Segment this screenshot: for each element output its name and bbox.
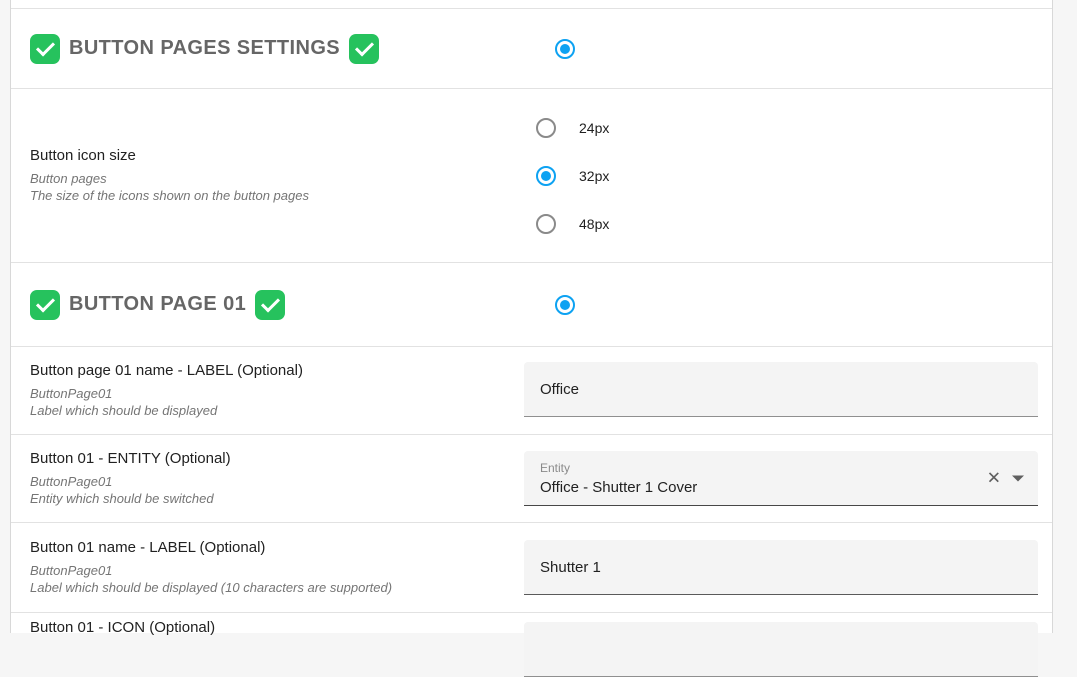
setting-desc-line2: The size of the icons shown on the butto… [30, 187, 524, 204]
entity-select-label: Entity [540, 461, 968, 475]
radio-option-label: 48px [579, 216, 609, 232]
setting-control [524, 613, 1052, 633]
radio-option-48px[interactable]: 48px [536, 200, 1038, 248]
section-enabled-radio[interactable] [555, 39, 575, 59]
section-title: BUTTON PAGES SETTINGS [69, 37, 340, 60]
radio-option-24px[interactable]: 24px [536, 104, 1038, 152]
setting-control [524, 347, 1052, 434]
setting-description: Button 01 - ICON (Optional) [11, 613, 524, 633]
setting-label: Button 01 - ICON (Optional) [30, 619, 524, 636]
settings-card: BUTTON PAGES SETTINGS Button icon size B… [10, 0, 1053, 633]
setting-label: Button 01 name - LABEL (Optional) [30, 539, 524, 556]
radio-icon[interactable] [536, 214, 556, 234]
check-icon [30, 34, 60, 64]
setting-label: Button page 01 name - LABEL (Optional) [30, 362, 524, 379]
radio-icon-selected[interactable] [536, 166, 556, 186]
check-icon [30, 290, 60, 320]
setting-desc-line1: ButtonPage01 [30, 562, 524, 579]
setting-control [524, 523, 1052, 612]
setting-row-icon: Button 01 - ICON (Optional) [11, 613, 1052, 633]
icon-size-radio-group: 24px 32px 48px [524, 89, 1038, 262]
setting-row-button-name: Button 01 name - LABEL (Optional) Button… [11, 523, 1052, 613]
radio-option-32px[interactable]: 32px [536, 152, 1038, 200]
icon-input[interactable] [524, 622, 1038, 677]
setting-label: Button icon size [30, 147, 524, 164]
setting-description: Button page 01 name - LABEL (Optional) B… [11, 347, 524, 434]
setting-description: Button 01 - ENTITY (Optional) ButtonPage… [11, 435, 524, 522]
page-name-input[interactable] [524, 362, 1038, 417]
radio-option-label: 32px [579, 168, 609, 184]
chevron-down-icon[interactable] [1012, 475, 1024, 481]
setting-control: Entity Office - Shutter 1 Cover ✕ [524, 435, 1052, 522]
radio-icon[interactable] [536, 118, 556, 138]
setting-label: Button 01 - ENTITY (Optional) [30, 450, 524, 467]
setting-desc-line2: Label which should be displayed (10 char… [30, 579, 524, 596]
setting-control: 24px 32px 48px [524, 89, 1052, 262]
entity-select[interactable]: Entity Office - Shutter 1 Cover ✕ [524, 451, 1038, 506]
setting-desc-line2: Label which should be displayed [30, 402, 524, 419]
setting-desc-line1: ButtonPage01 [30, 385, 524, 402]
setting-row-button-icon-size: Button icon size Button pages The size o… [11, 89, 1052, 263]
button-name-input[interactable] [524, 540, 1038, 595]
section-header-content: BUTTON PAGE 01 [30, 290, 543, 320]
clear-icon[interactable]: ✕ [987, 470, 1001, 487]
setting-row-page-name: Button page 01 name - LABEL (Optional) B… [11, 347, 1052, 435]
section-title: BUTTON PAGE 01 [69, 293, 246, 316]
setting-desc-line1: Button pages [30, 170, 524, 187]
section-header-content: BUTTON PAGES SETTINGS [30, 34, 543, 64]
previous-row-remnant [11, 0, 1052, 9]
setting-row-entity: Button 01 - ENTITY (Optional) ButtonPage… [11, 435, 1052, 523]
setting-desc-line1: ButtonPage01 [30, 473, 524, 490]
radio-option-label: 24px [579, 120, 609, 136]
setting-description: Button icon size Button pages The size o… [11, 89, 524, 262]
section-enabled-radio[interactable] [555, 295, 575, 315]
section-header-button-page-01: BUTTON PAGE 01 [11, 263, 1052, 347]
section-header-button-pages-settings: BUTTON PAGES SETTINGS [11, 9, 1052, 89]
entity-select-value: Office - Shutter 1 Cover [540, 479, 968, 496]
check-icon [349, 34, 379, 64]
setting-description: Button 01 name - LABEL (Optional) Button… [11, 523, 524, 612]
setting-desc-line2: Entity which should be switched [30, 490, 524, 507]
check-icon [255, 290, 285, 320]
